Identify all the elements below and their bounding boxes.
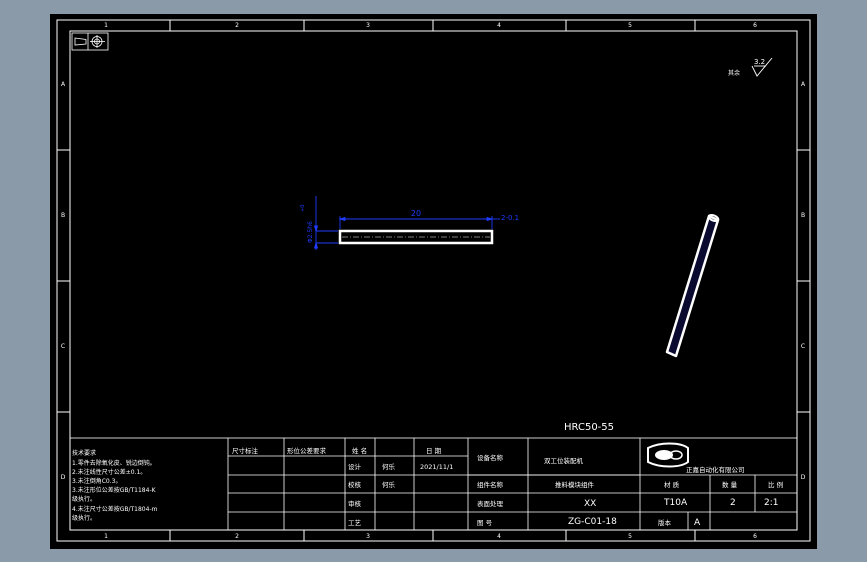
col-dimension: 尺寸标注 <box>232 446 259 455</box>
surface-label: 表面处理 <box>477 499 504 508</box>
column-number-bottom-5: 5 <box>628 533 632 540</box>
col-date: 日 期 <box>426 447 442 455</box>
column-number-top-5: 5 <box>628 22 632 29</box>
row-letter-left-d: D <box>61 474 66 481</box>
tech-req-line-3: 3.未注倒角C0.3。 <box>72 477 121 485</box>
column-number-bottom-4: 4 <box>497 533 501 540</box>
tech-req-line-1: 1.零件去除氧化皮、锐边倒钝。 <box>72 459 156 467</box>
dimension-diameter: Φ2.5h6 <box>307 221 314 243</box>
roughness-value: 3.2 <box>754 58 765 66</box>
tech-req-line-4: 3.未注形位公差按GB/T1184-K <box>72 486 157 494</box>
assembly-name: 推料模块组件 <box>555 480 595 489</box>
drawing-no: ZG-C01-18 <box>568 517 617 527</box>
checker: 何乐 <box>382 480 396 489</box>
roughness-note: 其余 <box>728 69 740 77</box>
equipment-name: 双工位装配机 <box>544 456 584 465</box>
material: T10A <box>663 498 688 508</box>
column-number-bottom-1: 1 <box>104 533 108 540</box>
equipment-name-label: 设备名称 <box>477 453 504 462</box>
quantity-label: 数 量 <box>722 480 738 489</box>
dimension-side: +0 <box>300 205 306 212</box>
tech-req-line-5: 级执行。 <box>72 495 96 503</box>
row-process: 工艺 <box>348 519 362 527</box>
col-name: 姓 名 <box>352 446 367 455</box>
scale-label: 比 例 <box>768 480 783 489</box>
tech-req-title: 技术要求 <box>72 449 96 457</box>
tech-req-line-7: 级执行。 <box>72 514 96 522</box>
column-number-top-4: 4 <box>497 22 501 29</box>
row-review: 审核 <box>348 499 362 508</box>
designer: 何乐 <box>382 462 396 471</box>
drawing-date: 2021/11/1 <box>420 463 453 471</box>
column-number-top-2: 2 <box>235 22 239 29</box>
column-number-top-3: 3 <box>366 22 370 29</box>
row-letter-right-d: D <box>801 474 806 481</box>
row-design: 设计 <box>348 462 362 471</box>
row-check: 校核 <box>348 480 362 489</box>
column-number-bottom-6: 6 <box>753 533 757 540</box>
row-letter-left-c: C <box>61 343 65 350</box>
dimension-length: 20 <box>411 209 421 218</box>
row-letter-left-b: B <box>61 212 65 219</box>
surface-value: XX <box>584 499 596 509</box>
scale: 2:1 <box>764 498 778 508</box>
col-precision: 形位公差要求 <box>287 446 327 455</box>
company-name: 正嘉自动化有限公司 <box>686 465 745 474</box>
column-number-top-1: 1 <box>104 22 108 29</box>
version: A <box>694 518 701 528</box>
column-number-bottom-3: 3 <box>366 533 370 540</box>
row-letter-right-b: B <box>801 212 805 219</box>
material-label: 材 质 <box>664 480 680 489</box>
dimension-tolerance: 2-0.1 <box>501 214 519 222</box>
version-label: 版本 <box>658 518 672 527</box>
tech-req-line-2: 2.未注线性尺寸公差±0.1。 <box>72 468 146 476</box>
column-number-bottom-2: 2 <box>235 533 239 540</box>
quantity: 2 <box>730 498 736 508</box>
drawing-no-label: 图 号 <box>477 519 493 527</box>
cad-drawing-sheet: 1 2 3 4 5 6 1 2 3 4 5 6 A B C D A B C D … <box>0 0 867 562</box>
row-letter-right-c: C <box>801 343 805 350</box>
column-number-top-6: 6 <box>753 22 757 29</box>
assembly-label: 组件名称 <box>477 480 504 489</box>
tech-req-line-6: 4.未注尺寸公差按GB/T1804-m <box>72 505 158 513</box>
hardness-note: HRC50-55 <box>564 422 614 433</box>
